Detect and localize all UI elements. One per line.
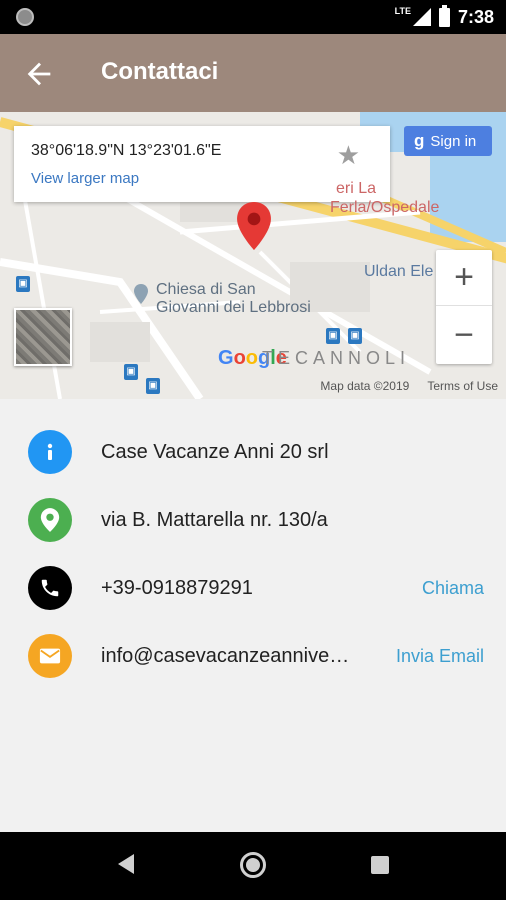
info-icon — [28, 430, 72, 474]
coordinates-card: 38°06'18.9"N 13°23'01.6"E View larger ma… — [14, 126, 390, 202]
arrow-back-icon[interactable] — [22, 57, 56, 91]
map-label-ospedale: eri La — [336, 180, 377, 197]
zoom-controls: + − — [436, 250, 492, 364]
nav-home-icon[interactable] — [240, 852, 266, 878]
contact-row-company: Case Vacanze Anni 20 srl — [0, 428, 506, 478]
map-label-ospedale-2: Ferla/Ospedale — [330, 199, 440, 216]
clock: 7:38 — [457, 6, 494, 27]
address-text: via B. Mattarella nr. 130/a — [101, 509, 328, 531]
transit-stop-icon: ▣ — [16, 276, 30, 292]
send-email-button[interactable]: Invia Email — [396, 646, 484, 667]
app-bar: Contattaci — [0, 34, 506, 112]
location-icon — [28, 498, 72, 542]
nav-back-icon[interactable] — [118, 854, 134, 874]
company-name: Case Vacanze Anni 20 srl — [101, 441, 329, 463]
transit-stop-icon: ▣ — [124, 364, 138, 380]
contact-row-address: via B. Mattarella nr. 130/a — [0, 496, 506, 546]
battery-icon — [438, 4, 450, 27]
map-footer: Map data ©2019 Terms of Use — [320, 379, 498, 393]
sign-in-button[interactable]: g Sign in — [404, 126, 492, 156]
view-larger-map-link[interactable]: View larger map — [31, 170, 139, 187]
status-icons: LTE 7:38 — [395, 0, 494, 34]
church-pin-icon — [134, 284, 148, 304]
map-label-chiesa: Chiesa di San — [156, 281, 256, 298]
map-data-label: Map data ©2019 — [320, 379, 410, 393]
map-label-chiesa-2: Giovanni dei Lebbrosi — [156, 299, 311, 316]
sign-in-label: Sign in — [430, 132, 477, 150]
coordinates-text: 38°06'18.9"N 13°23'01.6"E — [31, 142, 222, 159]
signal-icon — [412, 8, 431, 26]
nav-recents-icon[interactable] — [371, 856, 389, 874]
system-nav-bar — [0, 832, 506, 900]
transit-stop-icon: ▣ — [326, 328, 340, 344]
page-title: Contattaci — [101, 58, 219, 85]
transit-stop-icon: ▣ — [146, 378, 160, 394]
satellite-toggle[interactable] — [14, 308, 72, 366]
email-icon — [28, 634, 72, 678]
phone-icon — [28, 566, 72, 610]
status-bar: LTE 7:38 — [0, 0, 506, 34]
map-label-uldan: Uldan Ele — [364, 263, 434, 280]
map-view[interactable]: 38°06'18.9"N 13°23'01.6"E View larger ma… — [0, 112, 506, 399]
terms-of-use-link[interactable]: Terms of Use — [427, 379, 498, 393]
call-button[interactable]: Chiama — [422, 578, 484, 599]
zoom-in-button[interactable]: + — [436, 250, 492, 306]
google-plus-icon: g — [414, 131, 425, 150]
contact-row-email: info@casevacanzeannive… Invia Email — [0, 632, 506, 682]
network-type: LTE — [394, 6, 411, 16]
zoom-out-button[interactable]: − — [436, 307, 492, 363]
contact-row-phone: +39-0918879291 Chiama — [0, 564, 506, 614]
map-label-tecannoli: TECANNOLI — [262, 348, 411, 368]
notification-icon — [16, 8, 34, 26]
phone-number: +39-0918879291 — [101, 577, 253, 599]
transit-stop-icon: ▣ — [348, 328, 362, 344]
email-address: info@casevacanzeannive… — [101, 645, 350, 667]
star-icon[interactable]: ★ — [337, 140, 360, 171]
map-pin-icon[interactable] — [237, 202, 271, 250]
